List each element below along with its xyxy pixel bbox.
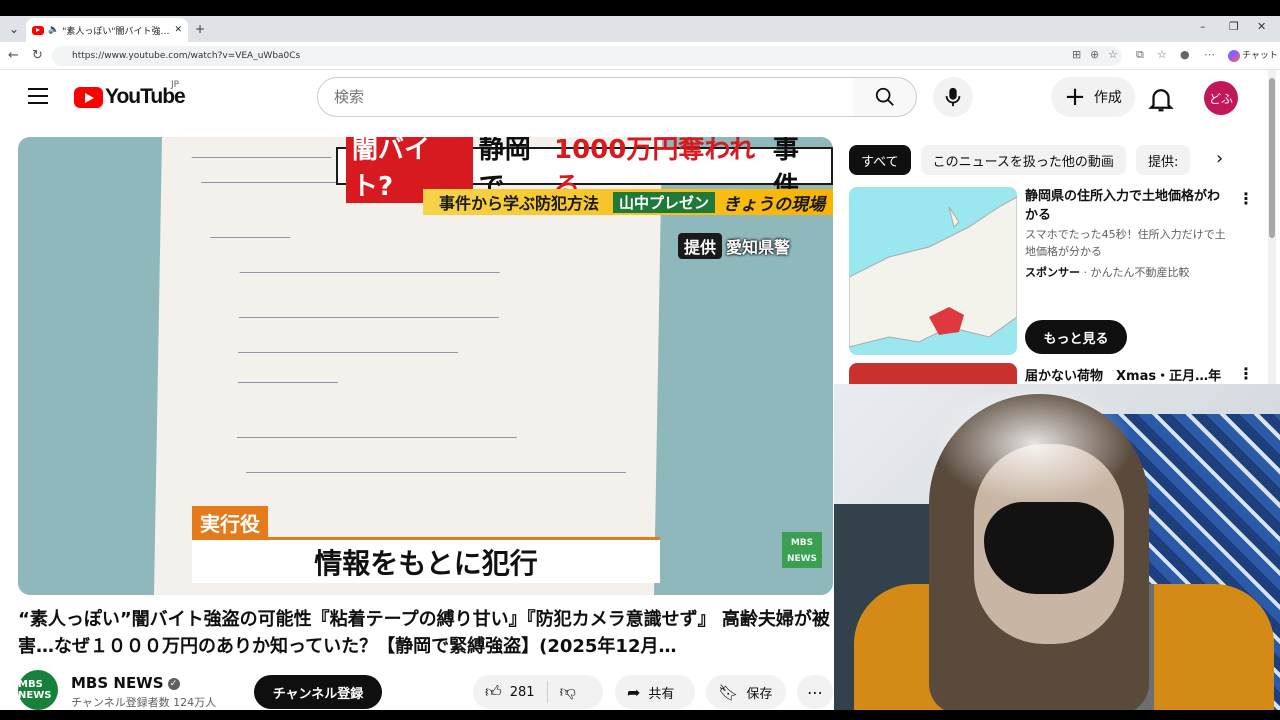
sponsor-label: スポンサー	[1025, 266, 1080, 279]
favorites-icon[interactable]: ☆	[1157, 48, 1167, 61]
like-button[interactable]: 👍︎ 281	[485, 682, 535, 702]
back-icon[interactable]: ←	[8, 48, 19, 63]
ad-sponsor: スポンサー · かんたん不動産比較	[1025, 266, 1190, 279]
extensions-icon[interactable]: ⧉	[1136, 48, 1144, 62]
ad-more-options-icon[interactable]: ⋮	[1238, 191, 1254, 207]
create-label: 作成	[1093, 90, 1122, 106]
speaker-icon: 🔈	[48, 25, 60, 35]
minimize-icon[interactable]: –	[1200, 20, 1206, 33]
sponsor-name: かんたん不動産比較	[1090, 266, 1190, 279]
scrollbar-thumb[interactable]	[1269, 78, 1275, 238]
close-window-icon[interactable]: ✕	[1257, 20, 1266, 33]
video-player[interactable]: 闇バイト? 静岡で 1000万円奪われる 事件 事件から学ぶ防犯方法 山中プレゼ…	[18, 137, 833, 595]
bookmark-icon: 🔖︎	[718, 682, 739, 702]
search-button[interactable]	[853, 77, 917, 117]
sub-caption: 事件から学ぶ防犯方法 山中プレゼン きょうの現場	[423, 189, 833, 215]
chip-all[interactable]: すべて	[849, 145, 911, 175]
webcam-overlay	[834, 384, 1280, 710]
divider	[546, 681, 548, 703]
menu-icon[interactable]	[28, 88, 48, 104]
restore-icon[interactable]: ❐	[1229, 20, 1239, 33]
presenter-tag: 山中プレゼン	[613, 191, 716, 213]
like-dislike-group: 👍︎ 281 👎︎	[473, 675, 603, 709]
program-tag: きょうの現場	[723, 194, 826, 215]
chip-provided[interactable]: 提供:	[1135, 145, 1191, 175]
translate-icon[interactable]: ⊞	[1072, 48, 1081, 61]
profile-icon[interactable]: ●	[1180, 48, 1190, 61]
like-count: 281	[509, 684, 535, 700]
save-button[interactable]: 🔖︎ 保存	[706, 675, 786, 709]
new-tab-icon[interactable]: +	[190, 20, 210, 38]
voice-search-button[interactable]	[933, 77, 973, 117]
recommended-more-options-icon[interactable]: ⋮	[1238, 366, 1254, 382]
youtube-play-icon	[74, 86, 103, 108]
ad-title[interactable]: 静岡県の住所入力で土地価格がわかる	[1025, 187, 1230, 225]
source-credit: 提供 愛知県警	[678, 233, 790, 259]
address-bar: ← ↻ https://www.youtube.com/watch?v=VEA_…	[0, 42, 1280, 70]
account-avatar[interactable]: どふ	[1204, 81, 1238, 115]
chat-button[interactable]: チャット	[1228, 48, 1278, 62]
channel-name-text: MBS NEWS	[71, 674, 164, 692]
zoom-icon[interactable]: ⊕	[1090, 48, 1099, 61]
lower-third-label: 実行役	[192, 506, 268, 539]
window-bottom-edge	[0, 710, 1280, 720]
chip-related-news[interactable]: このニュースを扱った他の動画	[920, 145, 1126, 175]
ad-learn-more-button[interactable]: もっと見る	[1025, 320, 1127, 354]
video-title: “素人っぽい”闇バイト強盗の可能性『粘着テープの縛り甘い』『防犯カメラ意識せず』…	[18, 609, 830, 657]
ad-description: スマホでたった45秒！住所入力だけで土地価格が分かる	[1025, 228, 1226, 258]
subscriber-count: チャンネル登録者数 124万人	[71, 696, 217, 709]
chevron-right-icon[interactable]: ›	[1216, 148, 1223, 169]
japan-map-image	[849, 196, 1017, 348]
tab-strip: ⌄ 🔈 "素人っぽい"闇バイト強盗の可能 ✕ + – ❐ ✕	[0, 16, 1280, 42]
youtube-favicon-icon	[32, 25, 44, 35]
share-label: 共有	[648, 686, 675, 702]
channel-watermark: MBS NEWS	[782, 532, 822, 568]
plus-icon: +	[1064, 82, 1086, 112]
thumbs-up-icon: 👍︎	[485, 682, 502, 701]
filter-chips: すべて このニュースを扱った他の動画 提供:	[849, 145, 1191, 175]
more-actions-icon[interactable]: ⋯	[797, 675, 833, 709]
tab-list-icon[interactable]: ⌄	[4, 20, 24, 38]
create-button[interactable]: + 作成	[1051, 77, 1135, 117]
url-field[interactable]: https://www.youtube.com/watch?v=VEA_uWba…	[52, 46, 1122, 66]
source-name: 愛知県警	[726, 238, 791, 257]
source-label: 提供	[678, 233, 723, 259]
search-icon	[875, 87, 894, 106]
tab-title: "素人っぽい"闇バイト強盗の可能	[62, 26, 170, 37]
country-code: JP	[171, 80, 180, 90]
subscribe-button[interactable]: チャンネル登録	[254, 675, 382, 709]
share-icon: ➦	[627, 682, 641, 702]
channel-avatar[interactable]: MBS NEWS	[18, 670, 58, 710]
notifications-bell-icon[interactable]	[1146, 84, 1176, 114]
close-tab-icon[interactable]: ✕	[174, 25, 182, 35]
ad-thumbnail[interactable]	[849, 187, 1017, 355]
headline-caption: 闇バイト? 静岡で 1000万円奪われる 事件	[336, 137, 833, 203]
save-label: 保存	[746, 686, 773, 702]
window-top-edge	[0, 0, 1280, 16]
verified-icon: ✓	[167, 677, 180, 690]
browser-tab[interactable]: 🔈 "素人っぽい"闇バイト強盗の可能 ✕	[26, 18, 188, 42]
chat-label: チャット	[1242, 51, 1278, 61]
microphone-icon	[945, 87, 961, 107]
recommended-thumbnail[interactable]	[849, 363, 1017, 385]
browser-menu-icon[interactable]: ⋯	[1204, 48, 1215, 61]
search-input[interactable]: 検索	[317, 77, 854, 117]
sub-caption-text: 事件から学ぶ防犯方法	[439, 194, 600, 213]
bookmark-star-icon[interactable]: ☆	[1108, 48, 1118, 61]
reload-icon[interactable]: ↻	[32, 48, 43, 63]
youtube-header: YouTube JP 検索 + 作成	[0, 70, 1266, 126]
recommended-title[interactable]: 届かない荷物 Xmas・正月…年	[1025, 365, 1230, 384]
copilot-icon	[1228, 49, 1240, 62]
lower-third-text: 情報をもとに犯行	[192, 537, 660, 583]
thumbs-down-icon[interactable]: 👎︎	[560, 682, 576, 702]
youtube-logo[interactable]: YouTube JP	[74, 80, 186, 109]
channel-name[interactable]: MBS NEWS ✓	[71, 674, 180, 692]
share-button[interactable]: ➦ 共有	[615, 675, 695, 709]
